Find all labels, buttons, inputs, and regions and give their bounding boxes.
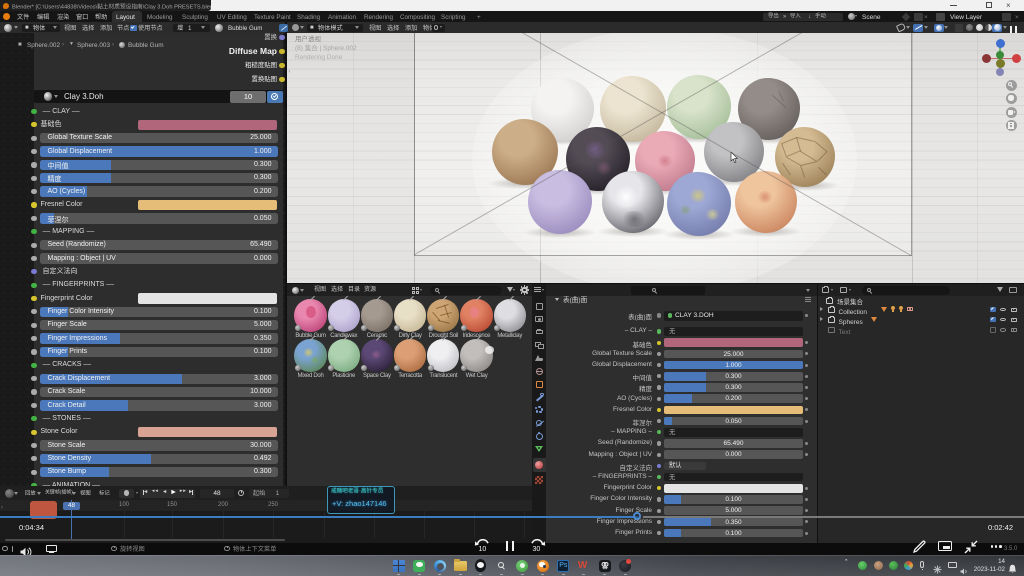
svg-text:10: 10 <box>479 546 487 552</box>
svg-text:30: 30 <box>533 546 541 552</box>
